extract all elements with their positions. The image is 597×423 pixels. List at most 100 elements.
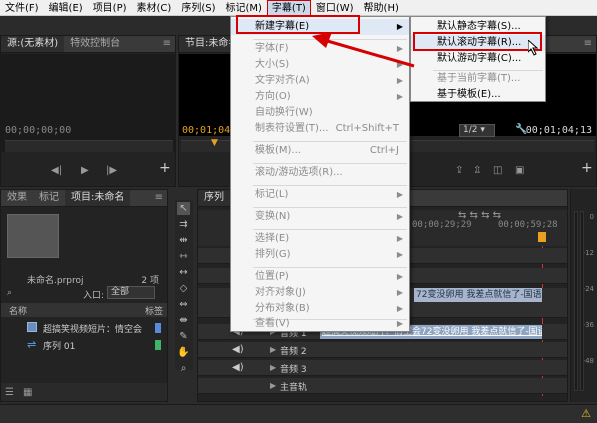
source-scrubber[interactable]	[5, 140, 173, 152]
submenu-arrow-icon: ▶	[396, 190, 403, 199]
track-expand-icon[interactable]: ▶	[270, 381, 276, 390]
master-audio-track[interactable]: ▶ 主音轨	[198, 378, 567, 394]
new-title-submenu: 默认静态字幕(S)... 默认滚动字幕(R)... 默认游动字幕(C)... 基…	[410, 16, 546, 102]
video-clip-label: 72变没卵用 我差点就信了-国语	[416, 290, 542, 300]
menu-item-position[interactable]: 位置(P) ▶	[231, 269, 409, 285]
submenu-arrow-icon: ▶	[396, 250, 403, 259]
menu-item-based-on-template[interactable]: 基于模板(E)...	[411, 87, 545, 103]
list-item[interactable]: ⇌ 序列 01	[1, 337, 167, 353]
menu-item-word-wrap[interactable]: 自动换行(W)	[231, 105, 409, 121]
menu-project[interactable]: 项目(P)	[88, 0, 132, 16]
menu-item-view[interactable]: 查看(V) ▶	[231, 317, 409, 331]
entry-value: 全部	[111, 287, 130, 297]
panel-menu-icon[interactable]: ≡	[155, 192, 163, 203]
sequence-icon: ⇌	[27, 338, 37, 351]
menu-item-templates[interactable]: 模板(M)... Ctrl+J	[231, 143, 409, 159]
meter-bar	[580, 211, 584, 391]
track-expand-icon[interactable]: ▶	[270, 345, 276, 354]
menu-item-arrange[interactable]: 排列(G) ▶	[231, 247, 409, 263]
rate-stretch-tool-icon[interactable]: ↔	[177, 266, 190, 279]
list-view-icon[interactable]: ☰	[5, 386, 14, 399]
play-icon[interactable]: ▶	[81, 164, 89, 177]
playhead-icon[interactable]	[538, 232, 546, 242]
menu-separator	[253, 185, 407, 186]
extract-icon[interactable]: ⇫	[473, 164, 481, 177]
tab-markers[interactable]: 标记	[33, 190, 65, 206]
slip-tool-icon[interactable]: ⇔	[177, 298, 190, 311]
hand-tool-icon[interactable]: ✋	[177, 346, 190, 359]
list-item-label: 超搞笑视频短片：情空会	[43, 325, 143, 335]
project-bottom-bar: ☰ ▦	[1, 383, 167, 401]
annotation-arrow-icon	[312, 32, 415, 68]
col-name[interactable]: 名称	[9, 304, 27, 317]
panel-menu-icon[interactable]: ≡	[163, 38, 171, 49]
menu-item-logo[interactable]: 标记(L) ▶	[231, 187, 409, 203]
menu-item-based-on-current[interactable]: 基于当前字幕(T)...	[411, 71, 545, 87]
add-button-icon[interactable]: +	[581, 161, 593, 175]
menu-item-distribute-objects[interactable]: 分布对象(B) ▶	[231, 301, 409, 317]
tab-source[interactable]: 源:(无素材)	[1, 36, 65, 52]
menu-help[interactable]: 帮助(H)	[359, 0, 404, 16]
menu-item-transform[interactable]: 变换(N) ▶	[231, 209, 409, 225]
menu-item-label: 选择(E)	[255, 233, 290, 244]
warning-icon[interactable]: ⚠	[581, 407, 591, 420]
audio-track-3[interactable]: ◀) ▶ 音频 3	[198, 360, 567, 376]
video-clip[interactable]: 72变没卵用 我差点就信了-国语	[414, 288, 542, 302]
step-back-icon[interactable]: ◀|	[51, 164, 62, 177]
speaker-icon[interactable]: ◀)	[232, 344, 244, 355]
project-search-icon[interactable]: ⌕	[7, 288, 12, 298]
menu-item-default-crawl[interactable]: 默认游动字幕(C)...	[411, 51, 545, 67]
menu-item-select[interactable]: 选择(E) ▶	[231, 231, 409, 247]
menu-separator	[253, 229, 407, 230]
slide-tool-icon[interactable]: ⇼	[177, 314, 190, 327]
menu-item-roll-crawl-options[interactable]: 滚动/游动选项(R)...	[231, 165, 409, 181]
pen-tool-icon[interactable]: ✎	[177, 330, 190, 343]
menu-item-align-objects[interactable]: 对齐对象(J) ▶	[231, 285, 409, 301]
track-select-tool-icon[interactable]: ⇉	[177, 218, 190, 231]
export-frame-icon[interactable]: ▣	[515, 164, 524, 177]
playhead-marker-icon[interactable]: ▼	[211, 138, 218, 148]
label-swatch	[155, 340, 161, 350]
col-label[interactable]: 标签	[145, 304, 163, 317]
menu-item-label: 查看(V)	[255, 318, 290, 329]
list-item[interactable]: 超搞笑视频短片：情空会	[1, 320, 167, 336]
menu-item-tab-stops[interactable]: 制表符设置(T)... Ctrl+Shift+T	[231, 121, 409, 137]
menu-item-label: 文字对齐(A)	[255, 75, 310, 86]
entry-label: 入口:	[83, 291, 105, 301]
ripple-edit-tool-icon[interactable]: ⇹	[177, 234, 190, 247]
menu-item-label: 对齐对象(J)	[255, 287, 306, 298]
tab-effects[interactable]: 效果	[1, 190, 33, 206]
menu-item-orientation[interactable]: 方向(O) ▶	[231, 89, 409, 105]
menu-item-label: 自动换行(W)	[255, 107, 313, 118]
entry-select[interactable]: 全部	[107, 286, 155, 299]
source-timecode[interactable]: 00;00;00;00	[5, 125, 71, 136]
overlay-lift-icon[interactable]: ⇪	[455, 164, 463, 177]
menu-sequence[interactable]: 序列(S)	[176, 0, 220, 16]
zoom-select[interactable]: 1/2 ▾	[459, 124, 495, 137]
razor-tool-icon[interactable]: ◇	[177, 282, 190, 295]
tab-project[interactable]: 项目:未命名	[65, 190, 131, 206]
premiere-window: 文件(F) 编辑(E) 项目(P) 素材(C) 序列(S) 标记(M) 字幕(T…	[0, 0, 597, 423]
step-forward-icon[interactable]: |▶	[106, 164, 117, 177]
zoom-tool-icon[interactable]: ⌕	[177, 362, 190, 375]
menu-item-label: 基于当前字幕(T)...	[437, 73, 521, 84]
tab-effect-controls[interactable]: 特效控制台	[64, 36, 126, 52]
menu-item-label: 标记(L)	[255, 189, 289, 200]
speaker-icon[interactable]: ◀)	[232, 362, 244, 373]
trim-icon[interactable]: ◫	[493, 164, 502, 177]
tab-sequence[interactable]: 序列	[198, 190, 230, 206]
icon-view-icon[interactable]: ▦	[23, 386, 32, 399]
menu-marker[interactable]: 标记(M)	[220, 0, 266, 16]
menu-edit[interactable]: 编辑(E)	[44, 0, 88, 16]
menu-window[interactable]: 窗口(W)	[311, 0, 359, 16]
menu-item-label: 基于模板(E)...	[437, 89, 501, 100]
panel-menu-icon[interactable]: ≡	[584, 38, 592, 49]
menu-clip[interactable]: 素材(C)	[132, 0, 177, 16]
menu-title[interactable]: 字幕(T)	[266, 0, 311, 16]
selection-tool-icon[interactable]: ↖	[177, 202, 190, 215]
audio-track-2[interactable]: ◀) ▶ 音频 2	[198, 342, 567, 358]
menu-file[interactable]: 文件(F)	[0, 0, 44, 16]
add-button-icon[interactable]: +	[159, 161, 171, 175]
track-expand-icon[interactable]: ▶	[270, 363, 276, 372]
rolling-edit-tool-icon[interactable]: ⇿	[177, 250, 190, 263]
